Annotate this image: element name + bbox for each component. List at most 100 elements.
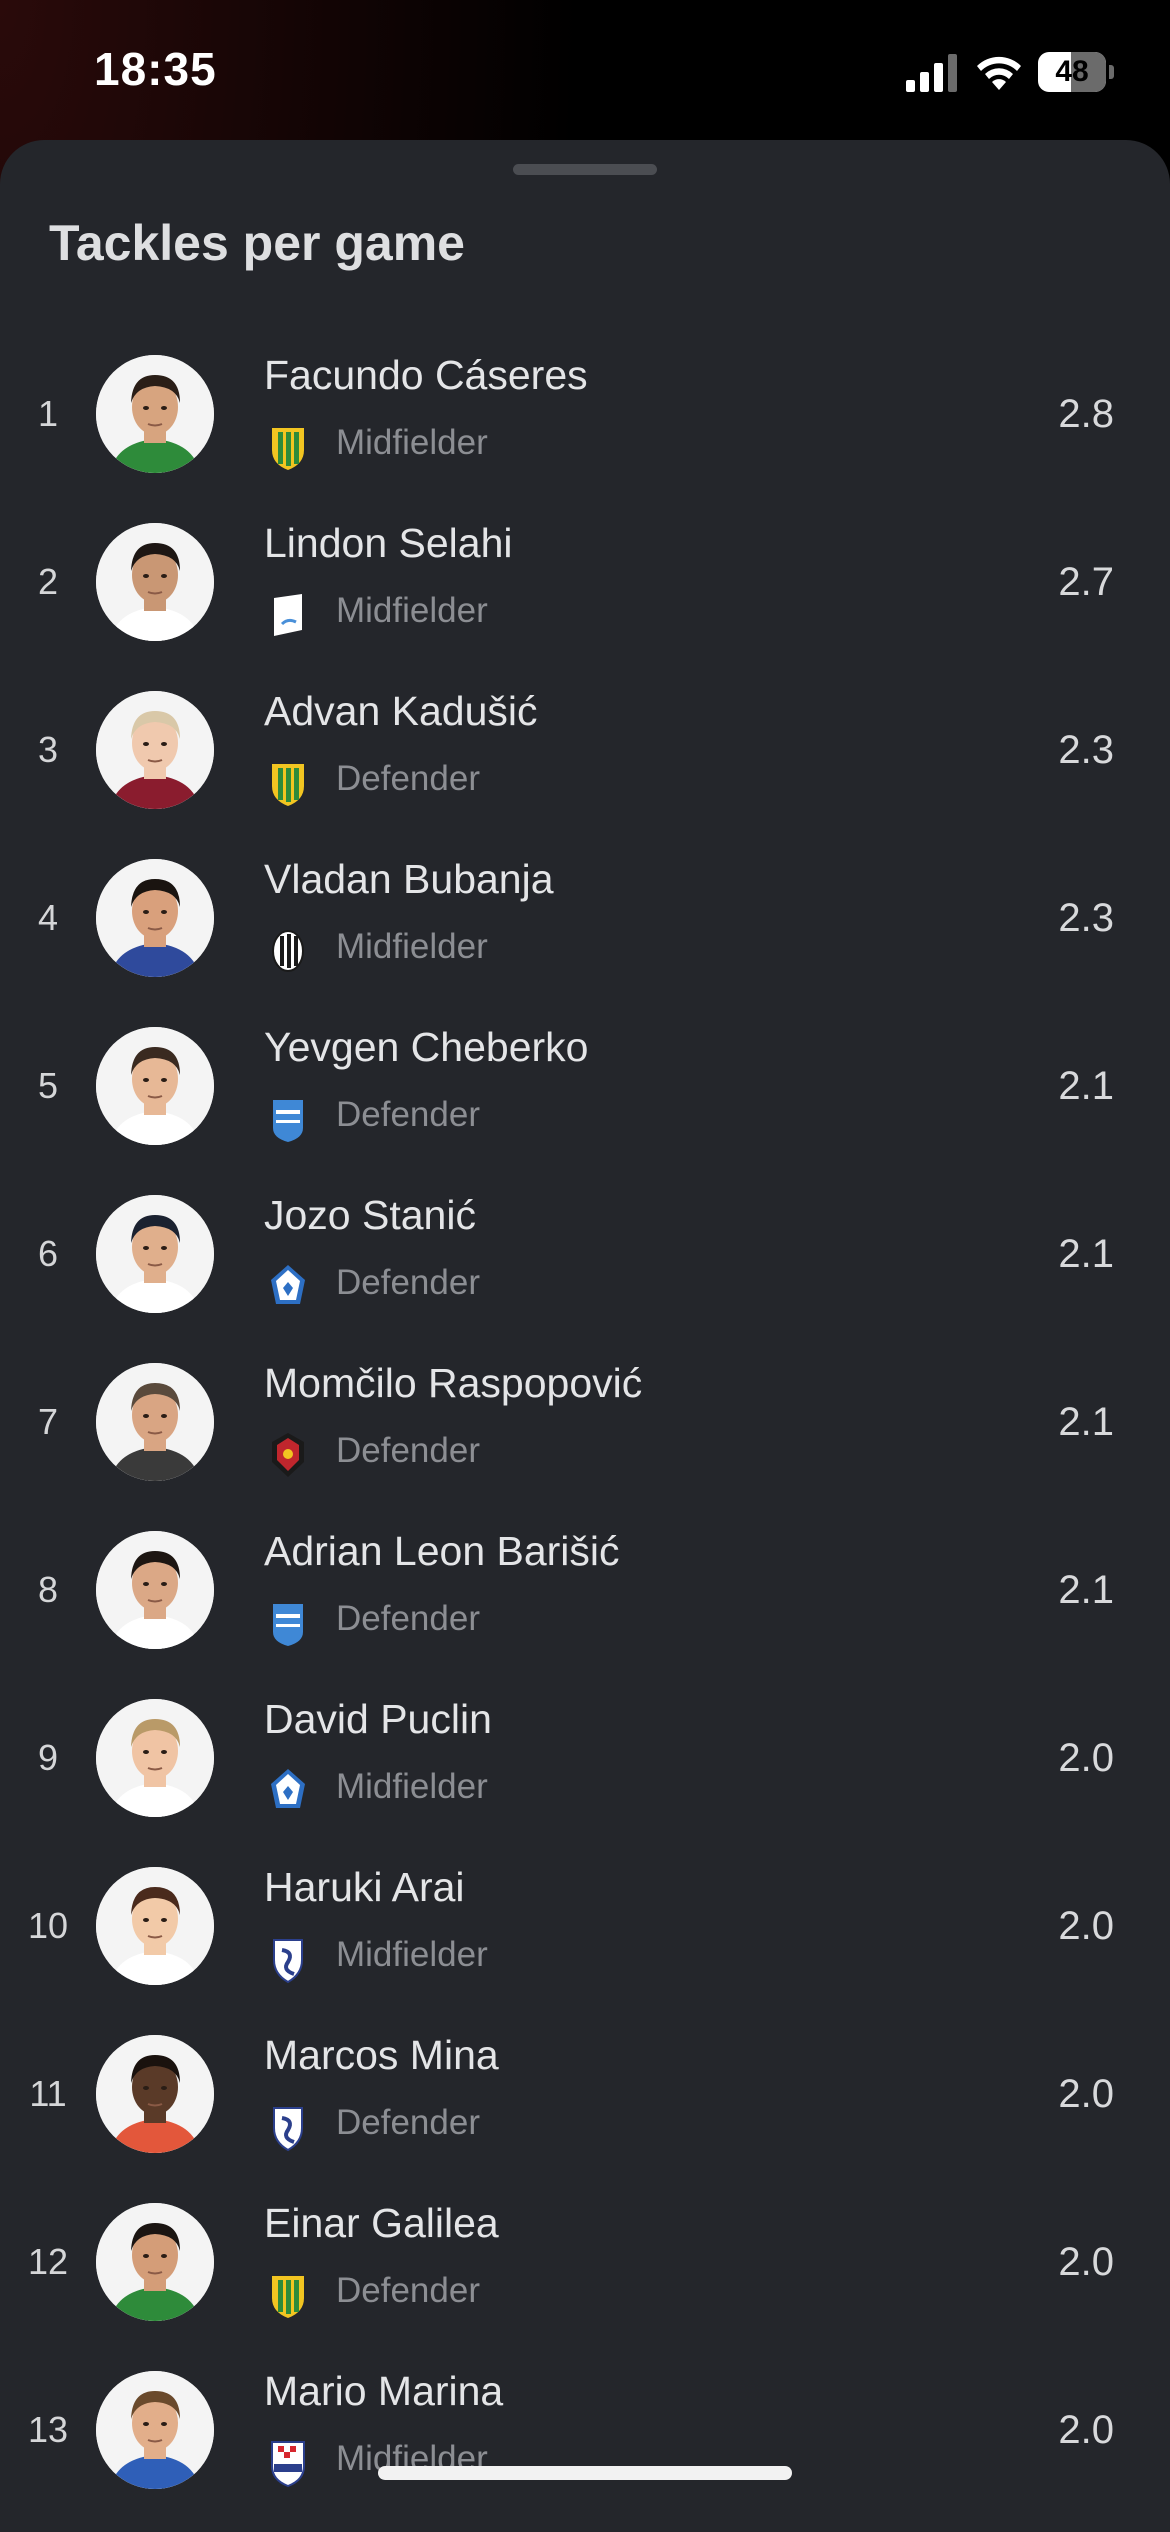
tackles-per-game-value: 2.0 (1058, 1736, 1114, 1780)
player-position: Defender (336, 1095, 480, 1134)
red-black-crest-badge-icon (268, 1430, 308, 1480)
blue-white-shield-badge-icon (268, 1094, 308, 1144)
player-avatar (96, 1531, 214, 1649)
player-position: Defender (336, 759, 480, 798)
player-name: Vladan Bubanja (264, 856, 554, 902)
player-avatar (96, 2203, 214, 2321)
rank-number: 1 (37, 393, 59, 434)
blue-white-diamond-badge-icon (268, 1766, 308, 1816)
navy-white-shield-badge-icon (268, 1934, 308, 1984)
player-row-13[interactable]: 13 Mario Marina Midfielder 2.0 (0, 2346, 1170, 2514)
player-position: Midfielder (336, 1935, 488, 1974)
player-name: Lindon Selahi (264, 520, 513, 566)
player-row-11[interactable]: 11 Marcos Mina Defender 2.0 (0, 2010, 1170, 2178)
player-row-6[interactable]: 6 Jozo Stanić Defender 2.1 (0, 1170, 1170, 1338)
tackles-per-game-value: 2.0 (1058, 2408, 1114, 2452)
player-avatar (96, 2371, 214, 2489)
player-position: Midfielder (336, 591, 488, 630)
player-row-1[interactable]: 1 Facundo Cáseres Midfielder 2.8 (0, 330, 1170, 498)
player-avatar (96, 1867, 214, 1985)
player-avatar (96, 2035, 214, 2153)
tackles-per-game-value: 2.7 (1058, 560, 1114, 604)
yellow-green-shield-badge-icon (268, 758, 308, 808)
player-position: Defender (336, 1431, 480, 1470)
blue-white-shield-badge-icon (268, 1598, 308, 1648)
navy-white-shield-badge-icon (268, 2102, 308, 2152)
tackles-per-game-value: 2.3 (1058, 896, 1114, 940)
player-row-2[interactable]: 2 Lindon Selahi Midfielder 2.7 (0, 498, 1170, 666)
sheet-title: Tackles per game (49, 215, 465, 271)
rank-number: 12 (27, 2241, 69, 2282)
rank-number: 8 (37, 1569, 59, 1610)
player-position: Defender (336, 2271, 480, 2310)
player-row-12[interactable]: 12 Einar Galilea Defender 2.0 (0, 2178, 1170, 2346)
player-avatar (96, 1195, 214, 1313)
rank-number: 6 (37, 1233, 59, 1274)
sheet-grabber-handle[interactable] (513, 164, 657, 175)
battery-icon: 48 (1038, 52, 1114, 92)
rank-number: 2 (37, 561, 59, 602)
red-white-checker-badge-icon (268, 2438, 308, 2488)
rank-number: 5 (37, 1065, 59, 1106)
player-name: Momčilo Raspopović (264, 1360, 643, 1406)
player-row-8[interactable]: 8 Adrian Leon Barišić Defender 2.1 (0, 1506, 1170, 1674)
rank-number: 9 (37, 1737, 59, 1778)
player-position: Defender (336, 1599, 480, 1638)
white-blue-flag-badge-icon (268, 590, 308, 640)
player-avatar (96, 691, 214, 809)
player-name: Facundo Cáseres (264, 352, 588, 398)
tackles-per-game-value: 2.0 (1058, 2240, 1114, 2284)
rank-number: 13 (27, 2409, 69, 2450)
tackles-per-game-value: 2.3 (1058, 728, 1114, 772)
status-time: 18:35 (94, 43, 217, 95)
rank-number: 3 (37, 729, 59, 770)
home-indicator[interactable] (378, 2466, 792, 2480)
rank-number: 4 (37, 897, 59, 938)
cellular-signal-icon (906, 54, 958, 92)
rank-number: 7 (37, 1401, 59, 1442)
player-name: Adrian Leon Barišić (264, 1528, 620, 1574)
player-name: Marcos Mina (264, 2032, 499, 2078)
player-row-9[interactable]: 9 David Puclin Midfielder 2.0 (0, 1674, 1170, 1842)
status-bar: 18:35 48 (0, 0, 1170, 140)
player-row-5[interactable]: 5 Yevgen Cheberko Defender 2.1 (0, 1002, 1170, 1170)
player-position: Defender (336, 1263, 480, 1302)
blue-white-diamond-badge-icon (268, 1262, 308, 1312)
player-avatar (96, 523, 214, 641)
tackles-per-game-value: 2.8 (1058, 392, 1114, 436)
player-avatar (96, 355, 214, 473)
player-name: Mario Marina (264, 2368, 504, 2414)
wifi-icon (974, 52, 1024, 92)
battery-level: 48 (1055, 55, 1089, 88)
player-name: Advan Kadušić (264, 688, 538, 734)
player-position: Midfielder (336, 1767, 488, 1806)
tackles-per-game-value: 2.1 (1058, 1400, 1114, 1444)
player-position: Midfielder (336, 423, 488, 462)
yellow-green-shield-badge-icon (268, 2270, 308, 2320)
player-row-4[interactable]: 4 Vladan Bubanja Midfielder 2.3 (0, 834, 1170, 1002)
player-avatar (96, 1027, 214, 1145)
player-avatar (96, 1699, 214, 1817)
rank-number: 10 (27, 1905, 69, 1946)
tackles-per-game-value: 2.0 (1058, 2072, 1114, 2116)
tackles-per-game-value: 2.1 (1058, 1568, 1114, 1612)
player-name: David Puclin (264, 1696, 492, 1742)
screen: 18:35 48 Tackles per game 1 Facundo Cáse… (0, 0, 1170, 2532)
player-position: Midfielder (336, 927, 488, 966)
tackles-per-game-value: 2.0 (1058, 1904, 1114, 1948)
stats-sheet: Tackles per game 1 Facundo Cáseres Midfi… (0, 140, 1170, 2532)
yellow-green-shield-badge-icon (268, 422, 308, 472)
player-name: Yevgen Cheberko (264, 1024, 589, 1070)
player-row-3[interactable]: 3 Advan Kadušić Defender 2.3 (0, 666, 1170, 834)
player-ranking-list: 1 Facundo Cáseres Midfielder 2.8 2 Lindo… (0, 330, 1170, 2514)
rank-number: 11 (29, 2073, 67, 2114)
player-row-7[interactable]: 7 Momčilo Raspopović Defender 2.1 (0, 1338, 1170, 1506)
player-name: Jozo Stanić (264, 1192, 476, 1238)
black-white-stripes-badge-icon (268, 926, 308, 976)
tackles-per-game-value: 2.1 (1058, 1232, 1114, 1276)
player-row-10[interactable]: 10 Haruki Arai Midfielder 2.0 (0, 1842, 1170, 2010)
player-name: Einar Galilea (264, 2200, 499, 2246)
player-name: Haruki Arai (264, 1864, 465, 1910)
player-avatar (96, 859, 214, 977)
player-position: Defender (336, 2103, 480, 2142)
